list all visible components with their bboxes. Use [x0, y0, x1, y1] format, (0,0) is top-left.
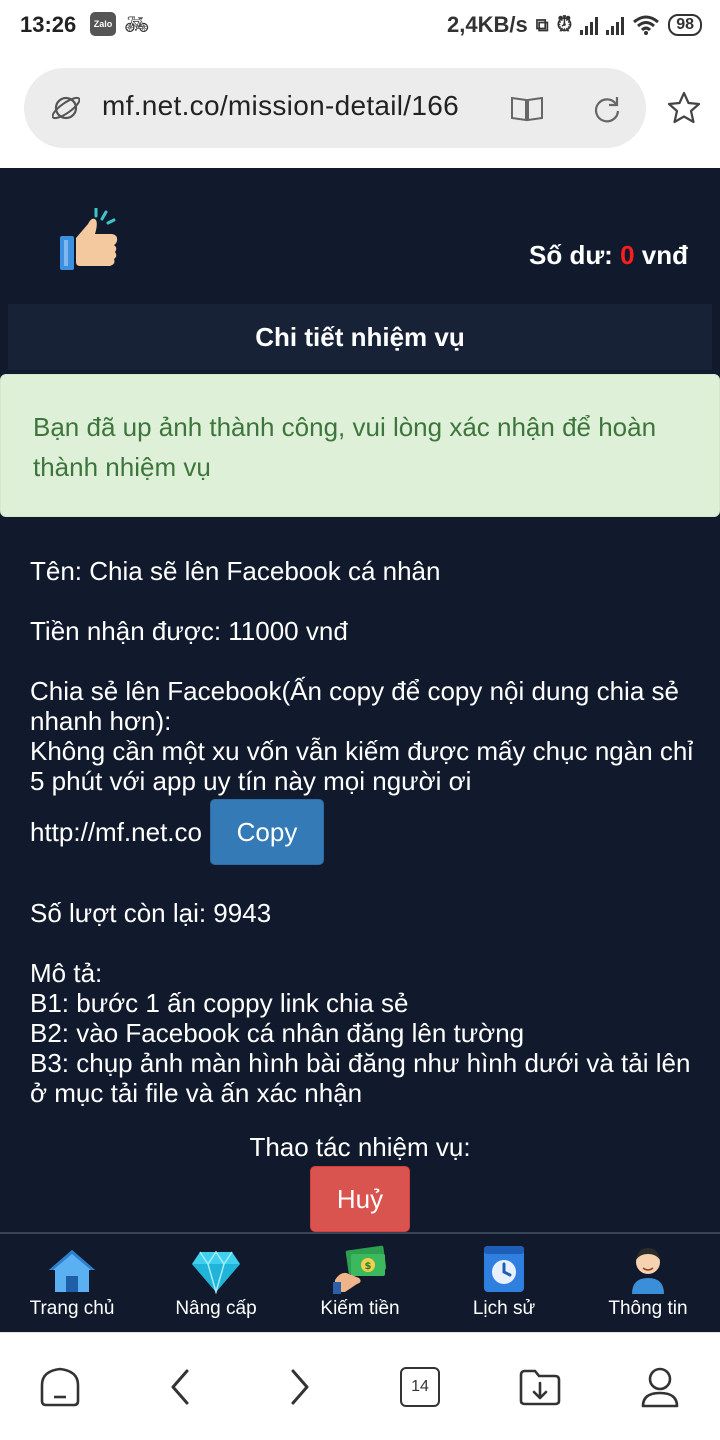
browser-address-row: mf.net.co/mission-detail/166	[0, 50, 720, 168]
money-icon: $	[333, 1245, 387, 1294]
signal-icon-1	[580, 15, 599, 35]
nav-item-profile[interactable]: Thông tin	[576, 1234, 720, 1332]
actions-label: Thao tác nhiệm vụ:	[249, 1132, 471, 1162]
nav-label: Lịch sử	[472, 1298, 536, 1319]
alarm-icon: ⏰︎	[556, 13, 573, 36]
home-button[interactable]	[36, 1363, 84, 1411]
network-speed: 2,4KB/s	[447, 12, 528, 37]
status-indicators: 2,4KB/s ⧉ ⏰︎ 98	[447, 10, 702, 40]
bottom-nav: Trang chủ Nâng cấp $ Kiếm tiền Lịch sử T…	[0, 1232, 720, 1332]
share-instruction: Chia sẻ lên Facebook(Ấn copy để copy nội…	[30, 676, 679, 736]
screen-rotate-icon: ⧉	[535, 14, 549, 35]
mission-detail-page: Số dư: 0 vnđ Chi tiết nhiệm vụ Bạn đã up…	[0, 168, 720, 1232]
home-icon	[49, 1250, 95, 1292]
download-folder-icon	[519, 1369, 561, 1406]
step-item: B3: chụp ảnh màn hình bài đăng như hình …	[30, 1048, 691, 1108]
cancel-button[interactable]: Huỷ	[310, 1166, 410, 1232]
back-button[interactable]	[156, 1363, 204, 1411]
account-button[interactable]	[636, 1363, 684, 1411]
share-content: Không cần một xu vốn vẫn kiếm được mấy c…	[30, 736, 694, 796]
remaining-count: Số lượt còn lại: 9943	[30, 898, 272, 928]
nav-label: Trang chủ	[29, 1298, 115, 1319]
reader-mode-icon[interactable]	[510, 94, 544, 122]
reload-icon[interactable]	[592, 94, 622, 124]
nav-label: Kiếm tiền	[320, 1298, 400, 1319]
page-title: Chi tiết nhiệm vụ	[8, 304, 712, 370]
history-icon	[484, 1246, 524, 1292]
nav-item-history[interactable]: Lịch sử	[432, 1234, 576, 1332]
copy-button[interactable]: Copy	[209, 799, 324, 865]
thumbs-up-logo-icon[interactable]	[58, 208, 122, 272]
success-alert: Bạn đã up ảnh thành công, vui lòng xác n…	[0, 374, 720, 517]
wifi-icon	[633, 15, 660, 35]
step-item: B2: vào Facebook cá nhân đăng lên tường	[30, 1018, 525, 1048]
url-text[interactable]: mf.net.co/mission-detail/166	[102, 90, 459, 122]
zalo-notification-icon: Zalo	[90, 12, 116, 36]
browser-home-icon	[40, 1367, 80, 1407]
nav-label: Nâng cấp	[175, 1298, 257, 1319]
svg-text:$: $	[365, 1261, 372, 1272]
share-link-row: http://mf.net.co Copy	[30, 798, 698, 866]
clock: 13:26	[20, 12, 77, 37]
site-info-icon[interactable]	[52, 94, 80, 122]
mission-info: Tên: Chia sẽ lên Facebook cá nhân Tiền n…	[30, 556, 698, 1108]
tab-count: 14	[400, 1367, 440, 1407]
status-bar: 13:26 Zalo 🚲︎ 2,4KB/s ⧉ ⏰︎ 98	[0, 0, 720, 50]
signal-icon-2	[606, 15, 625, 35]
nav-label: Thông tin	[608, 1298, 688, 1319]
mission-reward: Tiền nhận được: 11000 vnđ	[30, 616, 348, 646]
balance-label: Số dư:	[529, 240, 613, 270]
nav-item-home[interactable]: Trang chủ	[0, 1234, 144, 1332]
description-label: Mô tả:	[30, 958, 103, 988]
nav-item-earn[interactable]: $ Kiếm tiền	[288, 1234, 432, 1332]
user-icon	[632, 1248, 664, 1294]
back-arrow-icon	[171, 1369, 189, 1405]
nav-item-upgrade[interactable]: Nâng cấp	[144, 1234, 288, 1332]
bike-notification-icon: 🚲︎	[124, 14, 150, 36]
battery-indicator: 98	[668, 14, 702, 36]
share-link: http://mf.net.co	[30, 817, 202, 847]
forward-arrow-icon	[291, 1369, 309, 1405]
step-item: B1: bước 1 ấn coppy link chia sẻ	[30, 988, 409, 1018]
balance-value: 0	[620, 240, 635, 270]
diamond-icon	[192, 1250, 240, 1294]
downloads-button[interactable]	[516, 1363, 564, 1411]
bookmark-star-icon[interactable]	[666, 90, 702, 126]
browser-toolbar: 14	[0, 1332, 720, 1440]
forward-button[interactable]	[276, 1363, 324, 1411]
account-icon	[641, 1367, 679, 1408]
balance-unit: vnđ	[641, 240, 688, 270]
address-bar[interactable]: mf.net.co/mission-detail/166	[24, 68, 646, 148]
tabs-button[interactable]: 14	[396, 1363, 444, 1411]
mission-name: Tên: Chia sẽ lên Facebook cá nhân	[30, 556, 441, 586]
balance-display: Số dư: 0 vnđ	[529, 240, 688, 271]
